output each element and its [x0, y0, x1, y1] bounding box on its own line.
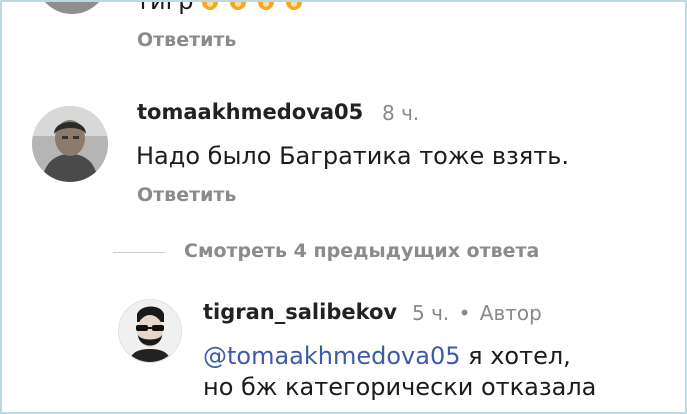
fire-icon — [283, 0, 305, 10]
reply-meta: 5 ч. • Автор — [412, 301, 542, 325]
reply-button[interactable]: Ответить — [137, 184, 236, 206]
previous-comment-fragment: тигр — [136, 0, 194, 15]
avatar-previous[interactable] — [36, 0, 108, 14]
avatar-tomaakhmedova05[interactable] — [32, 106, 108, 182]
reply-text-line2: но бж категорически отказала — [203, 373, 597, 401]
reply-button-previous[interactable]: Ответить — [137, 29, 236, 51]
comment-text: Надо было Багратика тоже взять. — [136, 142, 569, 170]
meta-separator: • — [458, 301, 471, 325]
view-replies-divider — [113, 252, 165, 253]
comment-timestamp: 8 ч. — [382, 101, 420, 125]
avatar-tigran_salibekov[interactable] — [118, 299, 182, 363]
reply-text-line1: @tomaakhmedova05 я хотел, — [203, 342, 571, 370]
previous-comment-text: тигр — [136, 0, 305, 15]
view-previous-replies-button[interactable]: Смотреть 4 предыдущих ответа — [184, 240, 539, 262]
fire-icon — [199, 0, 221, 10]
reply-timestamp: 5 ч. — [412, 301, 450, 325]
fire-icon — [255, 0, 277, 10]
reply-username[interactable]: tigran_salibekov — [203, 300, 397, 324]
comment-username[interactable]: tomaakhmedova05 — [137, 100, 363, 124]
author-badge: Автор — [479, 301, 542, 325]
mention-link[interactable]: @tomaakhmedova05 — [203, 342, 461, 370]
reply-text-part1: я хотел, — [460, 342, 571, 370]
fire-icon — [227, 0, 249, 10]
